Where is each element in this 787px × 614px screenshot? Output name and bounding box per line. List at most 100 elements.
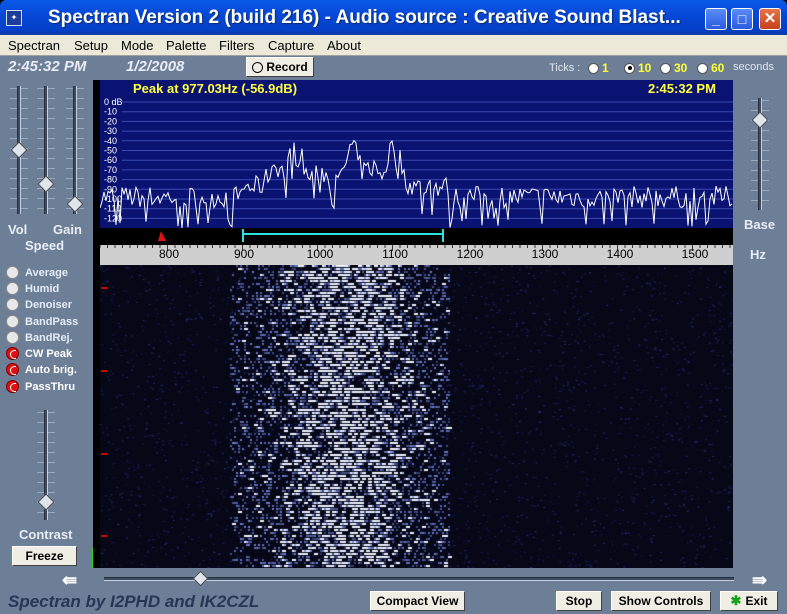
option-label: Denoiser [25,298,73,311]
freq-label: 1100 [382,247,408,261]
window-title: Spectran Version 2 (build 216) - Audio s… [48,7,681,28]
option-toggle-on-icon [6,380,19,393]
option-label: PassThru [25,380,76,393]
freq-label: 1300 [531,247,559,261]
option-average[interactable]: Average [6,266,68,279]
close-button[interactable]: ✕ [759,8,781,30]
exit-button[interactable]: ✱ Exit [720,591,778,611]
status-date: 1/2/2008 [126,58,185,75]
db-label: -80 [104,175,117,185]
waterfall-display [100,265,733,568]
menu-about[interactable]: About [327,38,361,53]
compact-view-button[interactable]: Compact View [370,591,465,611]
menu-spectran[interactable]: Spectran [8,38,60,53]
ticks-label: Ticks : [549,62,581,74]
option-label: BandPass [25,315,79,328]
menu-filters[interactable]: Filters [219,38,254,53]
tick-value: 60 [711,61,725,75]
menu-setup[interactable]: Setup [74,38,108,53]
option-toggle-icon [6,266,19,279]
waterfall-canvas [100,265,733,568]
vol-slider[interactable] [10,86,28,214]
peak-readout: Peak at 977.03Hz (-56.9dB) [133,81,298,96]
base-label: Base [744,217,776,232]
contrast-label: Contrast [19,527,73,542]
option-toggle-icon [6,282,19,295]
option-label: Humid [25,282,60,295]
db-label: -40 [104,136,117,146]
db-label: -60 [104,155,117,165]
db-label: -30 [104,126,117,136]
show-controls-button[interactable]: Show Controls [611,591,711,611]
spectrum-plot: 0 dB-10-20-30-40-50-60-70-80-90-100-110-… [100,97,733,228]
freq-label: 1000 [306,247,334,261]
base-slider[interactable] [751,98,769,210]
scope-clock: 2:45:32 PM [648,81,716,96]
option-passthru[interactable]: PassThru [6,380,75,393]
menu-mode[interactable]: Mode [121,38,154,53]
option-bandpass[interactable]: BandPass [6,315,78,328]
hz-label: Hz [750,247,766,262]
spectrum-scope: 0 dB -10 -20 -30 -40 -50 -60 -70 -80 -90 -100 -110-… [100,80,733,228]
option-toggle-on-icon [6,347,19,360]
option-label: CW Peak [25,347,73,360]
option-humid[interactable]: Humid [6,282,59,295]
stop-button[interactable]: Stop [556,591,602,611]
horizontal-slider[interactable] [104,570,734,587]
title-bar: ✦ Spectran Version 2 (build 216) - Audio… [0,0,787,35]
db-label: -70 [104,165,117,175]
db-label: -50 [104,146,117,156]
record-button-label: Record [266,60,308,74]
option-denoiser[interactable]: Denoiser [6,298,72,311]
contrast-slider[interactable] [37,410,55,520]
tune-marker-icon[interactable] [158,231,166,241]
gain-label: Gain [53,222,82,237]
menu-palette[interactable]: Palette [166,38,206,53]
running-man-icon: ✱ [730,593,742,608]
menu-capture[interactable]: Capture [268,38,314,53]
freq-label: 1400 [606,247,634,261]
tick-option-10[interactable]: 10 [624,61,651,75]
option-label: BandRej. [25,331,73,344]
menu-bar: Spectran Setup Mode Palette Filters Capt… [0,35,787,56]
tick-value: 10 [638,61,652,75]
exit-button-label: Exit [745,594,768,608]
option-label: Auto brig. [25,363,77,376]
tick-option-1[interactable]: 1 [588,61,609,75]
radio-selected-icon [624,62,635,74]
spectrum-trace [100,139,733,228]
freq-label: 1200 [456,247,484,261]
freq-label: 1500 [681,247,709,261]
arrow-left-icon[interactable]: ⇚ [62,570,77,591]
minimize-button[interactable]: _ [705,8,727,30]
record-circle-icon [252,61,264,73]
option-toggle-icon [6,315,19,328]
time-tick-mark [101,370,107,372]
app-icon: ✦ [6,10,22,26]
status-time: 2:45:32 PM [8,58,87,75]
option-toggle-on-icon [6,363,19,376]
footer-credit: Spectran by I2PHD and IK2CZL [8,592,260,611]
tick-value: 30 [674,61,688,75]
horizontal-slider-thumb[interactable] [192,570,209,587]
speed-slider[interactable] [37,86,55,214]
option-cw-peak[interactable]: CW Peak [6,347,72,360]
maximize-button[interactable]: □ [731,8,753,30]
tick-option-30[interactable]: 30 [660,61,687,75]
radio-icon [660,62,671,74]
radio-icon [697,62,708,74]
time-tick-mark [101,287,107,289]
option-bandrej[interactable]: BandRej. [6,331,73,344]
passband-strip[interactable] [100,228,733,245]
time-tick-mark [101,535,107,537]
option-auto-brig[interactable]: Auto brig. [6,363,77,376]
speed-label: Speed [25,238,65,253]
gain-slider[interactable] [66,86,84,214]
freeze-button[interactable]: Freeze [12,546,77,566]
time-tick-mark [101,453,107,455]
arrow-right-icon[interactable]: ⇛ [752,570,767,591]
display-left-border [93,80,100,568]
record-button[interactable]: Record [246,57,314,77]
option-toggle-icon [6,331,19,344]
tick-option-60[interactable]: 60 [697,61,724,75]
